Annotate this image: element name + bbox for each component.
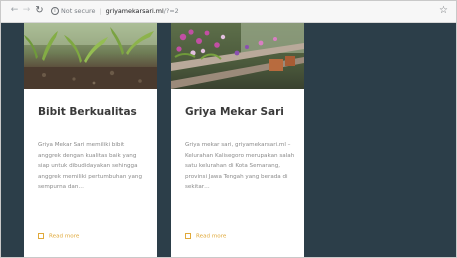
read-more-link[interactable]: Read more	[185, 233, 226, 240]
card-description: Griya Mekar Sari memiliki bibit anggrek …	[38, 142, 142, 191]
url-path: /?=2	[163, 7, 179, 15]
card-title: Bibit Berkualitas	[38, 106, 137, 118]
forward-icon[interactable]: →	[21, 5, 32, 16]
card-title: Griya Mekar Sari	[185, 106, 284, 118]
card-description: Griya mekar sari, griyamekarsari.ml – Ke…	[185, 142, 295, 191]
feature-card: Bibit Berkualitas Griya Mekar Sari memil…	[24, 23, 157, 257]
url-host: griyamekarsari.ml	[105, 7, 164, 15]
security-label[interactable]: Not secure	[61, 7, 95, 15]
square-icon	[185, 233, 191, 239]
feature-card: Griya Mekar Sari Griya mekar sari, griya…	[171, 23, 304, 257]
read-more-label[interactable]: Read more	[49, 234, 79, 240]
info-icon[interactable]: i	[51, 7, 59, 15]
square-icon	[38, 233, 44, 239]
back-icon[interactable]: ←	[9, 5, 20, 16]
read-more-label[interactable]: Read more	[196, 234, 226, 240]
browser-window: ← → ↻ i Not secure | griyamekarsari.ml/?=2 …	[0, 0, 457, 258]
reload-icon[interactable]: ↻	[34, 5, 45, 16]
address-separator: |	[99, 7, 102, 15]
page-content: Bibit Berkualitas Griya Mekar Sari memil…	[1, 23, 456, 257]
orchid-greenhouse-photo	[171, 23, 304, 89]
browser-toolbar: ← → ↻ i Not secure | griyamekarsari.ml/?=2 …	[1, 1, 456, 23]
seedling-photo	[24, 23, 157, 89]
address-bar[interactable]: i Not secure | griyamekarsari.ml/?=2	[51, 5, 401, 18]
bookmark-star-icon[interactable]: ☆	[439, 4, 448, 17]
read-more-link[interactable]: Read more	[38, 233, 79, 240]
